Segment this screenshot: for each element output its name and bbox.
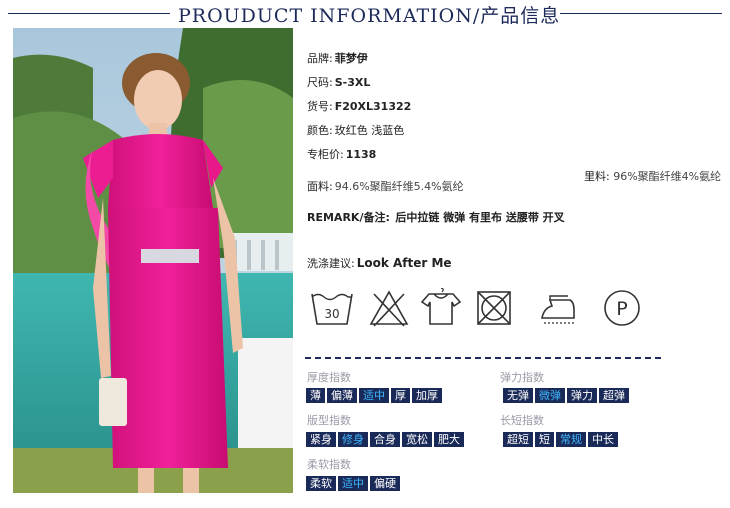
- dry-clean-letter: P: [616, 298, 627, 320]
- elasticity-option: 超弹: [599, 388, 629, 403]
- fit-option-selected: 修身: [338, 432, 368, 447]
- elasticity-scale: 无弹 微弹 弹力 超弹: [503, 388, 629, 403]
- iron-low-icon: [540, 288, 580, 328]
- length-scale: 超短短常规 中长: [503, 432, 618, 447]
- elasticity-option-selected: 微弹: [535, 388, 565, 403]
- elasticity-option: 无弹: [503, 388, 533, 403]
- header-rule-left: [8, 13, 170, 14]
- color-label: 颜色:: [307, 124, 333, 137]
- wash-value: Look After Me: [356, 256, 452, 270]
- softness-title: 柔软指数: [307, 458, 351, 471]
- page-title: PROUDUCT INFORMATION/产品信息: [178, 5, 561, 27]
- product-photo: [13, 28, 293, 493]
- softness-option: 柔软: [306, 476, 336, 491]
- item-no-label: 货号:: [307, 100, 333, 113]
- length-title: 长短指数: [500, 414, 544, 427]
- brand-label: 品牌:: [307, 52, 333, 65]
- hang-dry-icon: [420, 288, 462, 328]
- size-label: 尺码:: [307, 76, 333, 89]
- fit-option: 合身: [370, 432, 400, 447]
- color-value: 玫红色 浅蓝色: [334, 124, 405, 137]
- fabric-row: 面料: 94.6%聚酯纤维5.4%氨纶: [307, 178, 464, 194]
- length-option: 超短: [503, 432, 533, 447]
- thickness-option-selected: 适中: [359, 388, 389, 403]
- wash-temp-text: 30: [324, 307, 339, 321]
- item-no-value: F20XL31322: [334, 100, 412, 113]
- remark-label: REMARK/备注:: [307, 211, 390, 224]
- section-divider: [305, 357, 661, 359]
- no-bleach-icon: [368, 288, 410, 328]
- remark-value: 后中拉链 微弹 有里布 送腰带 开叉: [395, 211, 565, 224]
- wash-row: 洗涤建议: Look After Me: [307, 255, 452, 271]
- brand-row: 品牌: 菲梦伊: [307, 50, 368, 66]
- no-tumble-dry-icon: [474, 288, 514, 328]
- thickness-option: 加厚: [412, 388, 442, 403]
- fit-option: 紧身: [306, 432, 336, 447]
- lining-value: 96%聚酯纤维4%氨纶: [613, 170, 722, 183]
- color-row: 颜色: 玫红色 浅蓝色: [307, 122, 404, 138]
- softness-scale: 柔软 适中 偏硬: [306, 476, 400, 491]
- fit-title: 版型指数: [307, 414, 351, 427]
- wash-30-icon: 30: [310, 288, 354, 328]
- wash-label: 洗涤建议:: [307, 257, 355, 270]
- length-option: 中长: [588, 432, 618, 447]
- price-row: 专柜价: 1138: [307, 146, 376, 162]
- elasticity-title: 弹力指数: [500, 371, 544, 384]
- lining-row: 里料: 96%聚酯纤维4%氨纶: [584, 170, 722, 184]
- remark-row: REMARK/备注: 后中拉链 微弹 有里布 送腰带 开叉: [307, 209, 565, 225]
- fit-scale: 紧身 修身 合身 宽松 肥大: [306, 432, 464, 447]
- fabric-label: 面料:: [307, 180, 333, 193]
- thickness-scale: 薄偏薄 适中厚加厚: [306, 388, 442, 403]
- softness-option-selected: 适中: [338, 476, 368, 491]
- lining-label: 里料:: [584, 170, 610, 183]
- size-value: S-3XL: [334, 76, 371, 89]
- price-value: 1138: [345, 148, 377, 161]
- length-option-selected: 常规: [556, 432, 586, 447]
- dry-clean-p-icon: P: [602, 288, 644, 328]
- item-no-row: 货号: F20XL31322: [307, 98, 411, 114]
- thickness-option: 厚: [391, 388, 410, 403]
- size-row: 尺码: S-3XL: [307, 74, 370, 90]
- elasticity-option: 弹力: [567, 388, 597, 403]
- length-option: 短: [535, 432, 554, 447]
- price-label: 专柜价:: [307, 148, 344, 161]
- thickness-option: 偏薄: [327, 388, 357, 403]
- header-rule-right: [560, 13, 722, 14]
- thickness-title: 厚度指数: [307, 371, 351, 384]
- thickness-option: 薄: [306, 388, 325, 403]
- softness-option: 偏硬: [370, 476, 400, 491]
- fabric-value: 94.6%聚酯纤维5.4%氨纶: [334, 180, 464, 193]
- brand-value: 菲梦伊: [334, 52, 368, 65]
- fit-option: 宽松: [402, 432, 432, 447]
- fit-option: 肥大: [434, 432, 464, 447]
